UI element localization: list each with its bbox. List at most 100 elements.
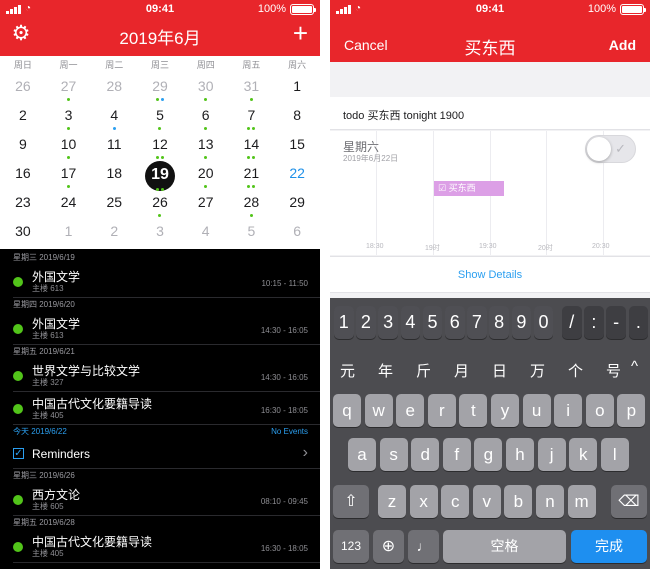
day-cell[interactable]: 27 bbox=[46, 73, 92, 102]
day-cell[interactable]: 11 bbox=[91, 131, 137, 160]
shift-key[interactable]: ⇧ bbox=[333, 485, 369, 518]
key-r[interactable]: r bbox=[427, 394, 456, 427]
key-i[interactable]: i bbox=[554, 394, 583, 427]
key-t[interactable]: t bbox=[459, 394, 488, 427]
number-key[interactable]: 2 bbox=[356, 306, 376, 339]
key-f[interactable]: f bbox=[442, 438, 471, 471]
candidate-word[interactable]: 月 bbox=[454, 360, 469, 381]
key-p[interactable]: p bbox=[617, 394, 646, 427]
number-key[interactable]: . bbox=[628, 306, 649, 339]
day-cell[interactable]: 4 bbox=[183, 218, 229, 247]
day-cell[interactable]: 28 bbox=[91, 73, 137, 102]
done-key[interactable]: 完成 bbox=[571, 530, 647, 563]
number-key[interactable]: / bbox=[562, 306, 582, 339]
number-key[interactable]: 9 bbox=[511, 306, 532, 339]
number-key[interactable]: 7 bbox=[467, 306, 487, 339]
day-cell[interactable]: 10 bbox=[46, 131, 92, 160]
space-key[interactable]: 空格 bbox=[443, 530, 566, 563]
event-row[interactable]: 中国古代文化要籍导读 主楼 405 16:30 - 18:05 bbox=[0, 530, 320, 563]
day-cell[interactable]: 1 bbox=[46, 218, 92, 247]
day-cell[interactable]: 26 bbox=[0, 73, 46, 102]
number-key[interactable]: 5 bbox=[422, 306, 443, 339]
day-cell[interactable]: 19 bbox=[137, 160, 183, 191]
all-day-toggle[interactable]: ✓ bbox=[585, 135, 636, 163]
event-row[interactable]: 外国文学 主楼 613 14:30 - 16:05 bbox=[0, 312, 320, 345]
key-k[interactable]: k bbox=[569, 438, 598, 471]
number-key[interactable]: 1 bbox=[334, 306, 354, 339]
number-key[interactable]: : bbox=[584, 306, 604, 339]
candidate-word[interactable]: 号 bbox=[606, 360, 621, 381]
key-o[interactable]: o bbox=[585, 394, 614, 427]
day-cell[interactable]: 2 bbox=[0, 102, 46, 131]
day-cell[interactable]: 27 bbox=[183, 189, 229, 218]
day-cell[interactable]: 24 bbox=[46, 189, 92, 218]
show-details-row[interactable]: Show Details bbox=[330, 256, 650, 293]
day-cell[interactable]: 12 bbox=[137, 131, 183, 160]
key-u[interactable]: u bbox=[522, 394, 551, 427]
candidate-word[interactable]: 元 bbox=[340, 360, 355, 381]
key-c[interactable]: c bbox=[441, 485, 470, 518]
day-cell[interactable]: 5 bbox=[229, 218, 275, 247]
day-cell[interactable]: 22 bbox=[274, 160, 320, 189]
event-row[interactable]: 外国文学 主楼 613 10:15 - 11:50 bbox=[0, 265, 320, 298]
key-x[interactable]: x bbox=[409, 485, 438, 518]
event-row[interactable]: 中国古代文化要籍导读 主楼 405 16:30 - 18:05 bbox=[0, 392, 320, 425]
day-cell[interactable]: 15 bbox=[274, 131, 320, 160]
candidate-word[interactable]: 万 bbox=[530, 360, 545, 381]
event-row[interactable]: 世界文学与比较文学 主楼 327 14:30 - 16:05 bbox=[0, 359, 320, 392]
day-cell[interactable]: 7 bbox=[229, 102, 275, 131]
key-l[interactable]: l bbox=[600, 438, 629, 471]
candidate-word[interactable]: 个 bbox=[568, 360, 583, 381]
day-cell[interactable]: 18 bbox=[91, 160, 137, 189]
day-cell[interactable]: 1 bbox=[274, 73, 320, 102]
number-key[interactable]: 0 bbox=[533, 306, 554, 339]
day-cell[interactable]: 6 bbox=[183, 102, 229, 131]
key-j[interactable]: j bbox=[537, 438, 566, 471]
day-cell[interactable]: 17 bbox=[46, 160, 92, 189]
day-cell[interactable]: 25 bbox=[91, 189, 137, 218]
candidate-word[interactable]: 斤 bbox=[416, 360, 431, 381]
numbers-mode-key[interactable]: 123 bbox=[333, 530, 369, 563]
day-cell[interactable]: 21 bbox=[229, 160, 275, 189]
day-cell[interactable]: 28 bbox=[229, 189, 275, 218]
day-cell[interactable]: 4 bbox=[91, 102, 137, 131]
day-cell[interactable]: 29 bbox=[137, 73, 183, 102]
day-cell[interactable]: 8 bbox=[274, 102, 320, 131]
key-e[interactable]: e bbox=[396, 394, 425, 427]
day-cell[interactable]: 14 bbox=[229, 131, 275, 160]
day-cell[interactable]: 5 bbox=[137, 102, 183, 131]
key-s[interactable]: s bbox=[379, 438, 408, 471]
key-b[interactable]: b bbox=[504, 485, 533, 518]
month-title[interactable]: 2019年6月 bbox=[0, 24, 320, 49]
day-cell[interactable]: 16 bbox=[0, 160, 46, 189]
event-block[interactable]: ☑ 买东西 bbox=[434, 181, 504, 196]
key-h[interactable]: h bbox=[506, 438, 534, 471]
key-y[interactable]: y bbox=[491, 394, 519, 427]
number-key[interactable]: - bbox=[606, 306, 626, 339]
add-button[interactable]: Add bbox=[609, 37, 636, 53]
microphone-icon[interactable]: ♩ bbox=[408, 530, 439, 563]
candidate-word[interactable]: 年 bbox=[378, 360, 393, 381]
key-g[interactable]: g bbox=[474, 438, 503, 471]
day-cell[interactable]: 3 bbox=[137, 218, 183, 247]
natural-language-input[interactable]: todo 买东西 tonight 1900 bbox=[330, 97, 650, 130]
key-q[interactable]: q bbox=[333, 394, 361, 427]
day-cell[interactable]: 3 bbox=[46, 102, 92, 131]
candidate-word[interactable]: 日 bbox=[492, 360, 507, 381]
key-d[interactable]: d bbox=[411, 438, 440, 471]
number-key[interactable]: 4 bbox=[400, 306, 421, 339]
add-event-button[interactable]: + bbox=[293, 20, 308, 46]
day-cell[interactable]: 30 bbox=[183, 73, 229, 102]
day-cell[interactable]: 20 bbox=[183, 160, 229, 189]
reminders-row[interactable]: ✓ Reminders › bbox=[0, 439, 320, 469]
key-a[interactable]: a bbox=[348, 438, 376, 471]
day-cell[interactable]: 31 bbox=[229, 73, 275, 102]
delete-key[interactable]: ⌫ bbox=[611, 485, 647, 518]
day-cell[interactable]: 2 bbox=[91, 218, 137, 247]
key-n[interactable]: n bbox=[536, 485, 564, 518]
day-cell[interactable]: 29 bbox=[274, 189, 320, 218]
key-v[interactable]: v bbox=[472, 485, 501, 518]
day-cell[interactable]: 26 bbox=[137, 189, 183, 218]
key-w[interactable]: w bbox=[364, 394, 393, 427]
number-key[interactable]: 8 bbox=[489, 306, 509, 339]
